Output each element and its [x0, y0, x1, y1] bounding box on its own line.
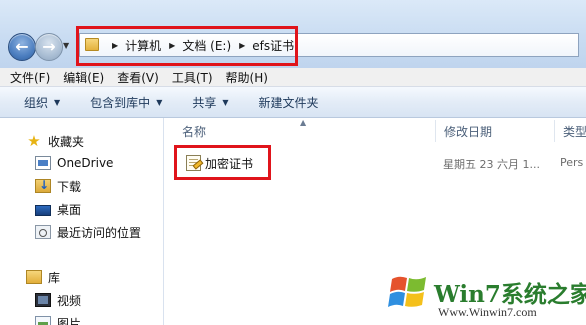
sidebar-item-favorites[interactable]: ★ 收藏夹	[26, 131, 84, 151]
back-button[interactable]: ←	[8, 33, 36, 61]
windows-logo-icon	[388, 276, 426, 307]
title-bar: ← → ▼ ▶ 计算机 ▶ 文档 (E:) ▶ efs证书	[0, 0, 586, 68]
include-in-library-button[interactable]: 包含到库中 ▼	[90, 94, 162, 111]
sidebar-item-label: 收藏夹	[48, 134, 85, 149]
recent-places-icon	[35, 225, 51, 239]
file-type: Pers	[560, 156, 584, 169]
breadcrumb: ▶ 计算机 ▶ 文档 (E:) ▶ efs证书	[104, 34, 294, 56]
chevron-down-icon: ▼	[156, 97, 163, 107]
forward-button[interactable]: →	[35, 33, 63, 61]
column-divider[interactable]	[435, 120, 436, 142]
library-icon	[26, 270, 42, 284]
share-button[interactable]: 共享 ▼	[192, 94, 228, 111]
organize-button[interactable]: 组织 ▼	[24, 94, 60, 111]
menu-bar: 文件(F) 编辑(E) 查看(V) 工具(T) 帮助(H)	[0, 68, 586, 87]
address-bar[interactable]: ▶ 计算机 ▶ 文档 (E:) ▶ efs证书	[79, 33, 579, 57]
column-header-name[interactable]: 名称	[182, 118, 206, 144]
breadcrumb-drive-e[interactable]: 文档 (E:)	[182, 37, 231, 54]
menu-tools[interactable]: 工具(T)	[172, 69, 213, 86]
sidebar-item-videos[interactable]: 视频	[35, 290, 81, 310]
back-arrow-icon: ←	[15, 37, 29, 56]
desktop-icon	[35, 204, 51, 216]
menu-file[interactable]: 文件(F)	[10, 69, 50, 86]
navigation-pane: ★ 收藏夹 OneDrive 下载 桌面 最近访问的位置 库 视频 图片	[0, 118, 164, 325]
menu-view[interactable]: 查看(V)	[117, 69, 159, 86]
chevron-down-icon: ▼	[54, 97, 61, 107]
organize-label: 组织	[24, 95, 49, 110]
folder-icon	[85, 38, 99, 51]
column-divider[interactable]	[554, 120, 555, 142]
table-row[interactable]: 加密证书 星期五 23 六月 1... Pers	[179, 152, 586, 174]
sidebar-item-label: 库	[48, 270, 61, 285]
sidebar-item-label: 桌面	[57, 202, 82, 217]
new-folder-button[interactable]: 新建文件夹	[259, 94, 319, 111]
menu-edit[interactable]: 编辑(E)	[63, 69, 104, 86]
sidebar-item-libraries[interactable]: 库	[26, 267, 60, 287]
sidebar-item-label: 最近访问的位置	[57, 225, 142, 240]
recent-pages-dropdown-icon[interactable]: ▼	[63, 41, 69, 50]
file-modified-date: 星期五 23 六月 1...	[443, 158, 540, 171]
sidebar-item-label: 下载	[57, 179, 82, 194]
chevron-down-icon: ▼	[222, 97, 229, 107]
sidebar-item-onedrive[interactable]: OneDrive	[35, 153, 113, 173]
menu-help[interactable]: 帮助(H)	[226, 69, 268, 86]
sidebar-item-label: 视频	[57, 293, 82, 308]
include-in-library-label: 包含到库中	[90, 95, 151, 110]
breadcrumb-efs-folder[interactable]: efs证书	[252, 37, 294, 54]
column-header-type[interactable]: 类型	[563, 118, 586, 144]
chevron-right-icon[interactable]: ▶	[239, 41, 245, 50]
video-icon	[35, 293, 51, 307]
command-bar: 组织 ▼ 包含到库中 ▼ 共享 ▼ 新建文件夹	[0, 87, 586, 118]
certificate-file-icon	[186, 155, 201, 171]
sort-ascending-icon: ▲	[300, 118, 307, 127]
column-header-date[interactable]: 修改日期	[444, 118, 492, 144]
forward-arrow-icon: →	[42, 37, 56, 56]
download-folder-icon	[35, 178, 51, 193]
sidebar-item-desktop[interactable]: 桌面	[35, 199, 81, 219]
sidebar-item-recent[interactable]: 最近访问的位置	[35, 222, 141, 242]
watermark: Win7系统之家 Www.Winwin7.com	[384, 265, 586, 325]
sidebar-item-label: OneDrive	[57, 156, 114, 170]
watermark-url: Www.Winwin7.com	[438, 305, 537, 319]
star-icon: ★	[27, 132, 41, 150]
watermark-brand: Win7系统之家	[434, 281, 586, 308]
onedrive-icon	[35, 156, 51, 170]
sidebar-item-pictures[interactable]: 图片	[35, 313, 81, 325]
chevron-right-icon[interactable]: ▶	[169, 41, 175, 50]
chevron-right-icon[interactable]: ▶	[112, 41, 118, 50]
share-label: 共享	[192, 95, 217, 110]
breadcrumb-computer[interactable]: 计算机	[125, 37, 161, 54]
sidebar-item-label: 图片	[57, 316, 82, 325]
sidebar-item-downloads[interactable]: 下载	[35, 176, 81, 196]
picture-icon	[35, 316, 51, 325]
file-name: 加密证书	[205, 157, 254, 171]
